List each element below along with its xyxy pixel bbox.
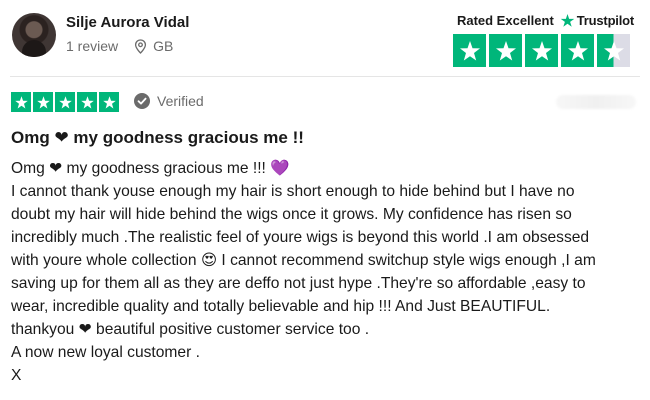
star-icon xyxy=(11,92,31,112)
location-pin-icon xyxy=(135,38,147,54)
review-body-line: doubt my hair will hide behind the wigs … xyxy=(11,206,572,223)
review-body-line: saving up for them all as they are deffo… xyxy=(11,275,586,292)
star-icon xyxy=(453,34,486,67)
reviewer-name[interactable]: Silje Aurora Vidal xyxy=(66,14,189,31)
divider xyxy=(10,76,640,77)
reviewer-avatar[interactable] xyxy=(12,13,56,57)
star-icon xyxy=(489,34,522,67)
trustpilot-logo-text: Trustpilot xyxy=(576,13,634,28)
verified-check-icon xyxy=(134,93,150,109)
review-body-line: A now new loyal customer . xyxy=(11,344,200,361)
blurred-date xyxy=(556,95,636,109)
reviewer-location: GB xyxy=(153,38,174,54)
review-body-line: I cannot thank youse enough my hair is s… xyxy=(11,183,575,200)
review-body-line: wear, incredible quality and totally bel… xyxy=(11,298,551,315)
review-body-line: Omg ❤ my goodness gracious me !!! 💜 xyxy=(11,160,290,177)
review-body-line: thankyou ❤ beautiful positive customer s… xyxy=(11,321,370,338)
trustpilot-star-icon xyxy=(560,13,575,27)
half-star-icon xyxy=(597,34,630,67)
rating-badge[interactable]: Rated Excellent Trustpilot xyxy=(457,13,634,28)
review-title[interactable]: Omg ❤ my goodness gracious me !! xyxy=(11,128,304,148)
review-body: Omg ❤ my goodness gracious me !!! 💜 I ca… xyxy=(11,157,643,387)
review-count: 1 review xyxy=(66,38,119,54)
star-icon xyxy=(33,92,53,112)
star-icon xyxy=(525,34,558,67)
review-body-line: with youre whole collection 😍 I cannot r… xyxy=(11,252,596,269)
star-icon xyxy=(55,92,75,112)
overall-rating-stars xyxy=(453,34,630,67)
verified-label: Verified xyxy=(157,93,204,109)
review-body-line: incredibly much .The realistic feel of y… xyxy=(11,229,590,246)
review-body-line: X xyxy=(11,367,22,384)
rated-label: Rated Excellent xyxy=(456,13,554,28)
star-icon xyxy=(561,34,594,67)
star-icon xyxy=(99,92,119,112)
star-icon xyxy=(77,92,97,112)
verified-badge[interactable]: Verified xyxy=(134,93,204,109)
reviewer-meta: 1 review GB xyxy=(66,38,173,54)
review-rating-stars xyxy=(11,92,121,112)
